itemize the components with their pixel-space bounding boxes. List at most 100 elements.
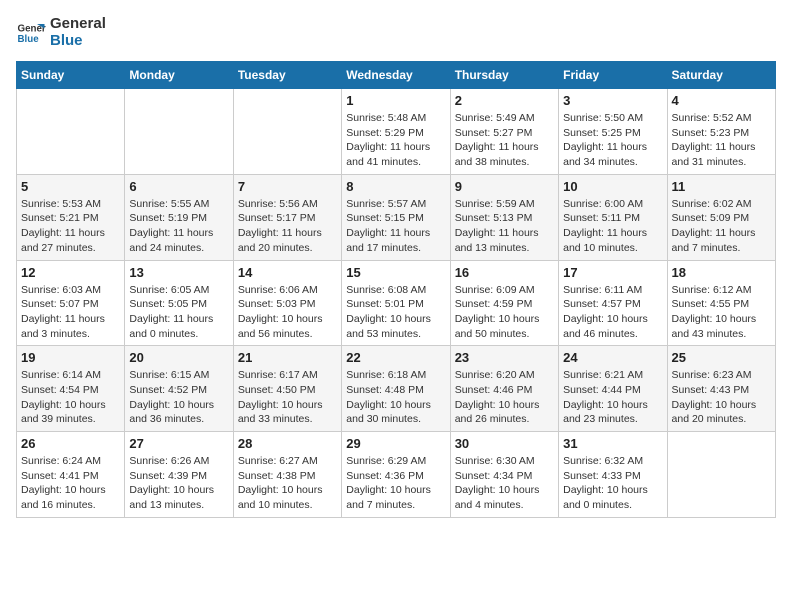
day-info: Sunrise: 6:12 AM Sunset: 4:55 PM Dayligh… (672, 283, 771, 342)
day-number: 2 (455, 93, 554, 108)
day-number: 31 (563, 436, 662, 451)
day-info: Sunrise: 6:18 AM Sunset: 4:48 PM Dayligh… (346, 368, 445, 427)
day-number: 6 (129, 179, 228, 194)
day-info: Sunrise: 6:05 AM Sunset: 5:05 PM Dayligh… (129, 283, 228, 342)
day-info: Sunrise: 6:23 AM Sunset: 4:43 PM Dayligh… (672, 368, 771, 427)
calendar-week-1: 1 Sunrise: 5:48 AM Sunset: 5:29 PM Daylig… (17, 89, 776, 175)
logo-icon: General Blue (16, 18, 46, 48)
day-number: 17 (563, 265, 662, 280)
calendar-cell: 26 Sunrise: 6:24 AM Sunset: 4:41 PM Dayli… (17, 432, 125, 518)
day-info: Sunrise: 5:56 AM Sunset: 5:17 PM Dayligh… (238, 197, 337, 256)
day-info: Sunrise: 6:03 AM Sunset: 5:07 PM Dayligh… (21, 283, 120, 342)
day-info: Sunrise: 6:08 AM Sunset: 5:01 PM Dayligh… (346, 283, 445, 342)
day-number: 26 (21, 436, 120, 451)
weekday-header-saturday: Saturday (667, 62, 775, 89)
calendar-week-2: 5 Sunrise: 5:53 AM Sunset: 5:21 PM Daylig… (17, 174, 776, 260)
day-info: Sunrise: 6:30 AM Sunset: 4:34 PM Dayligh… (455, 454, 554, 513)
day-info: Sunrise: 5:55 AM Sunset: 5:19 PM Dayligh… (129, 197, 228, 256)
calendar-cell: 31 Sunrise: 6:32 AM Sunset: 4:33 PM Dayli… (559, 432, 667, 518)
calendar-cell: 22Sunrise: 6:18 AM Sunset: 4:48 PM Dayli… (342, 346, 450, 432)
calendar-cell: 9 Sunrise: 5:59 AM Sunset: 5:13 PM Daylig… (450, 174, 558, 260)
day-number: 29 (346, 436, 445, 451)
day-info: Sunrise: 6:32 AM Sunset: 4:33 PM Dayligh… (563, 454, 662, 513)
calendar-week-4: 19 Sunrise: 6:14 AM Sunset: 4:54 PM Dayli… (17, 346, 776, 432)
calendar-cell: 15Sunrise: 6:08 AM Sunset: 5:01 PM Dayli… (342, 260, 450, 346)
calendar-cell: 27 Sunrise: 6:26 AM Sunset: 4:39 PM Dayli… (125, 432, 233, 518)
day-info: Sunrise: 6:00 AM Sunset: 5:11 PM Dayligh… (563, 197, 662, 256)
weekday-header-tuesday: Tuesday (233, 62, 341, 89)
day-info: Sunrise: 6:06 AM Sunset: 5:03 PM Dayligh… (238, 283, 337, 342)
calendar-cell: 7 Sunrise: 5:56 AM Sunset: 5:17 PM Daylig… (233, 174, 341, 260)
calendar-cell: 4 Sunrise: 5:52 AM Sunset: 5:23 PM Daylig… (667, 89, 775, 175)
svg-text:Blue: Blue (18, 34, 40, 45)
calendar-cell: 14 Sunrise: 6:06 AM Sunset: 5:03 PM Dayli… (233, 260, 341, 346)
day-info: Sunrise: 6:11 AM Sunset: 4:57 PM Dayligh… (563, 283, 662, 342)
day-number: 12 (21, 265, 120, 280)
calendar-cell: 30 Sunrise: 6:30 AM Sunset: 4:34 PM Dayli… (450, 432, 558, 518)
day-info: Sunrise: 5:50 AM Sunset: 5:25 PM Dayligh… (563, 111, 662, 170)
calendar-cell (125, 89, 233, 175)
calendar-week-5: 26 Sunrise: 6:24 AM Sunset: 4:41 PM Dayli… (17, 432, 776, 518)
day-number: 4 (672, 93, 771, 108)
day-info: Sunrise: 5:52 AM Sunset: 5:23 PM Dayligh… (672, 111, 771, 170)
day-info: Sunrise: 6:26 AM Sunset: 4:39 PM Dayligh… (129, 454, 228, 513)
logo: General Blue General Blue (16, 16, 106, 49)
calendar-cell: 24Sunrise: 6:21 AM Sunset: 4:44 PM Dayli… (559, 346, 667, 432)
calendar-cell: 2 Sunrise: 5:49 AM Sunset: 5:27 PM Daylig… (450, 89, 558, 175)
calendar-cell: 13 Sunrise: 6:05 AM Sunset: 5:05 PM Dayli… (125, 260, 233, 346)
calendar-table: SundayMondayTuesdayWednesdayThursdayFrid… (16, 61, 776, 518)
day-number: 7 (238, 179, 337, 194)
calendar-cell (667, 432, 775, 518)
day-number: 25 (672, 350, 771, 365)
day-number: 5 (21, 179, 120, 194)
day-info: Sunrise: 5:48 AM Sunset: 5:29 PM Dayligh… (346, 111, 445, 170)
day-number: 27 (129, 436, 228, 451)
calendar-cell: 6 Sunrise: 5:55 AM Sunset: 5:19 PM Daylig… (125, 174, 233, 260)
weekday-header-sunday: Sunday (17, 62, 125, 89)
day-info: Sunrise: 6:15 AM Sunset: 4:52 PM Dayligh… (129, 368, 228, 427)
calendar-cell: 17 Sunrise: 6:11 AM Sunset: 4:57 PM Dayli… (559, 260, 667, 346)
day-info: Sunrise: 6:14 AM Sunset: 4:54 PM Dayligh… (21, 368, 120, 427)
day-number: 3 (563, 93, 662, 108)
day-info: Sunrise: 5:59 AM Sunset: 5:13 PM Dayligh… (455, 197, 554, 256)
calendar-cell: 29Sunrise: 6:29 AM Sunset: 4:36 PM Dayli… (342, 432, 450, 518)
calendar-cell: 5 Sunrise: 5:53 AM Sunset: 5:21 PM Daylig… (17, 174, 125, 260)
day-number: 16 (455, 265, 554, 280)
calendar-cell (17, 89, 125, 175)
day-info: Sunrise: 6:17 AM Sunset: 4:50 PM Dayligh… (238, 368, 337, 427)
day-info: Sunrise: 6:24 AM Sunset: 4:41 PM Dayligh… (21, 454, 120, 513)
day-number: 21 (238, 350, 337, 365)
day-number: 9 (455, 179, 554, 194)
page-header: General Blue General Blue (16, 16, 776, 49)
day-info: Sunrise: 5:57 AM Sunset: 5:15 PM Dayligh… (346, 197, 445, 256)
calendar-cell: 1 Sunrise: 5:48 AM Sunset: 5:29 PM Daylig… (342, 89, 450, 175)
day-number: 11 (672, 179, 771, 194)
day-number: 28 (238, 436, 337, 451)
day-info: Sunrise: 6:02 AM Sunset: 5:09 PM Dayligh… (672, 197, 771, 256)
day-number: 30 (455, 436, 554, 451)
calendar-cell: 8Sunrise: 5:57 AM Sunset: 5:15 PM Daylig… (342, 174, 450, 260)
calendar-cell: 12 Sunrise: 6:03 AM Sunset: 5:07 PM Dayli… (17, 260, 125, 346)
calendar-cell: 28 Sunrise: 6:27 AM Sunset: 4:38 PM Dayli… (233, 432, 341, 518)
day-info: Sunrise: 5:53 AM Sunset: 5:21 PM Dayligh… (21, 197, 120, 256)
calendar-cell: 19 Sunrise: 6:14 AM Sunset: 4:54 PM Dayli… (17, 346, 125, 432)
calendar-week-3: 12 Sunrise: 6:03 AM Sunset: 5:07 PM Dayli… (17, 260, 776, 346)
day-number: 23 (455, 350, 554, 365)
day-number: 19 (21, 350, 120, 365)
day-number: 13 (129, 265, 228, 280)
weekday-header-wednesday: Wednesday (342, 62, 450, 89)
day-info: Sunrise: 6:20 AM Sunset: 4:46 PM Dayligh… (455, 368, 554, 427)
day-info: Sunrise: 6:27 AM Sunset: 4:38 PM Dayligh… (238, 454, 337, 513)
calendar-cell: 25 Sunrise: 6:23 AM Sunset: 4:43 PM Dayli… (667, 346, 775, 432)
day-number: 1 (346, 93, 445, 108)
calendar-cell: 10Sunrise: 6:00 AM Sunset: 5:11 PM Dayli… (559, 174, 667, 260)
calendar-cell: 18 Sunrise: 6:12 AM Sunset: 4:55 PM Dayli… (667, 260, 775, 346)
day-info: Sunrise: 5:49 AM Sunset: 5:27 PM Dayligh… (455, 111, 554, 170)
day-info: Sunrise: 6:21 AM Sunset: 4:44 PM Dayligh… (563, 368, 662, 427)
calendar-cell (233, 89, 341, 175)
day-number: 14 (238, 265, 337, 280)
calendar-cell: 3 Sunrise: 5:50 AM Sunset: 5:25 PM Daylig… (559, 89, 667, 175)
calendar-cell: 23 Sunrise: 6:20 AM Sunset: 4:46 PM Dayli… (450, 346, 558, 432)
day-number: 18 (672, 265, 771, 280)
day-number: 20 (129, 350, 228, 365)
